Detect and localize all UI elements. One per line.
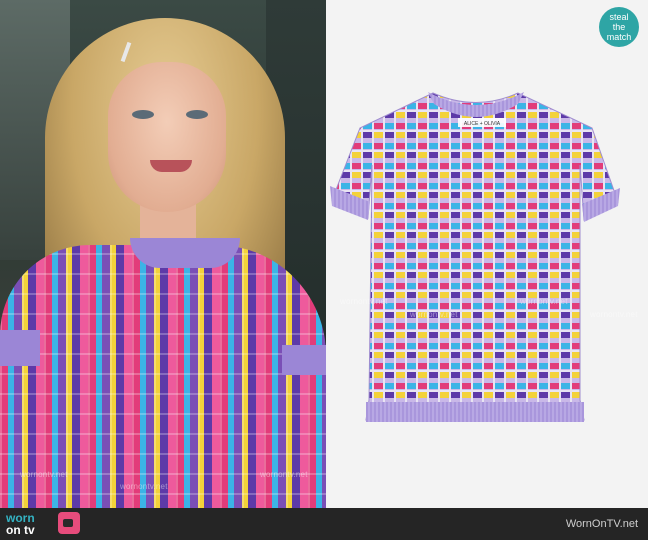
- actress-face: [108, 62, 226, 212]
- watermark-text: wornontv.net: [340, 297, 388, 306]
- worn-sweater: [0, 245, 326, 508]
- badge-line-3: match: [606, 32, 632, 42]
- actress-eye-right: [186, 110, 208, 119]
- watermark-text: wornontv.net: [590, 310, 638, 319]
- worn-sweater-collar: [130, 238, 240, 268]
- watermark-text: wornontv.net: [410, 310, 458, 319]
- watermark-text: wornontv.net: [20, 470, 68, 479]
- logo-on-tv-text: on tv: [6, 523, 35, 537]
- outfit-collage: ALICE + OLIVIA wornontv.net wornontv.net…: [0, 0, 648, 540]
- watermark-text: wornontv.net: [120, 482, 168, 491]
- tv-icon: [58, 512, 80, 534]
- actress-eye-left: [132, 110, 154, 119]
- product-panel: [326, 0, 648, 508]
- badge-line-2: the: [612, 22, 626, 32]
- steal-the-match-badge[interactable]: steal the match: [599, 7, 639, 47]
- worn-sweater-sleeve-left: [0, 330, 40, 366]
- watermark-text: wornontv.net: [520, 297, 568, 306]
- footer-bar: [0, 508, 648, 540]
- watermark-text: wornontv.net: [260, 470, 308, 479]
- worn-sweater-sleeve-right: [282, 345, 326, 375]
- tv-still-image: [0, 0, 326, 508]
- actress-mouth: [150, 160, 192, 172]
- site-url[interactable]: WornOnTV.net: [566, 518, 638, 530]
- badge-line-1: steal: [609, 12, 629, 22]
- site-logo[interactable]: worn on tv: [6, 512, 35, 536]
